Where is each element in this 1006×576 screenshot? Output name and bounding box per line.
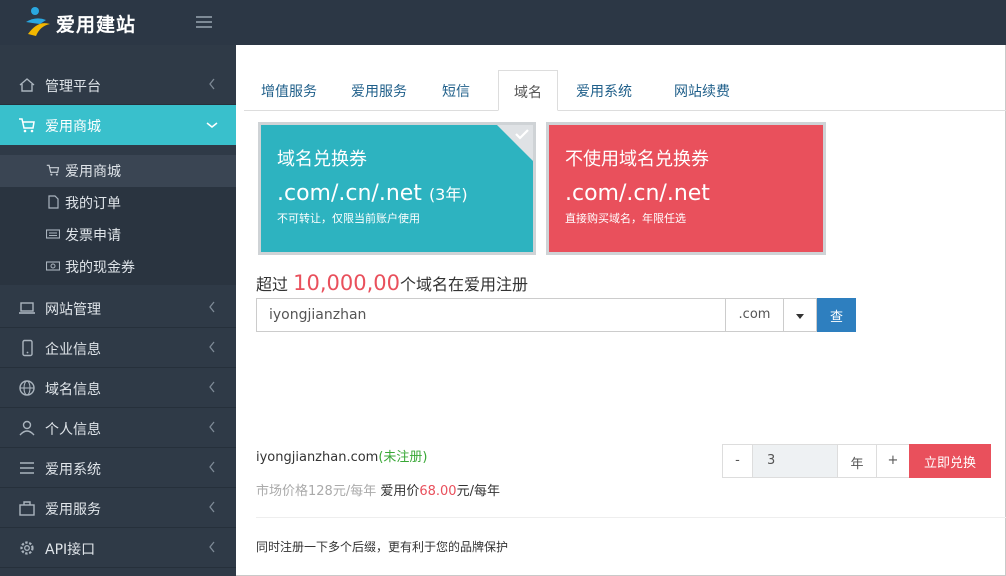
years-increment-button[interactable]: + <box>876 444 910 478</box>
years-input[interactable]: 3 <box>752 444 838 478</box>
phone-icon <box>22 339 33 357</box>
checkmark-icon <box>515 129 529 140</box>
cart-icon <box>19 118 35 133</box>
redeem-now-button[interactable]: 立即兑换 <box>909 444 991 478</box>
tab-sms[interactable]: 短信 <box>424 70 488 111</box>
sidebar-item-website[interactable]: 网站管理 <box>0 288 236 328</box>
result-domain: iyongjianzhan.com <box>256 450 379 465</box>
shop-submenu: 爱用商城 我的订单 发票申请 我的现金券 <box>0 155 236 285</box>
logo-icon <box>26 7 50 36</box>
voucher-card-domains: .com/.cn/.net (3年) <box>277 181 468 206</box>
sidebar-item-label: 爱用系统 <box>45 462 101 478</box>
market-price: 市场价格128元/每年 <box>256 484 377 499</box>
home-icon <box>19 78 35 92</box>
sidebar-item-domain[interactable]: 域名信息 <box>0 368 236 408</box>
sidebar-item-label: 网站管理 <box>45 302 101 318</box>
globe-icon <box>19 380 35 396</box>
voucher-card-years: (3年) <box>428 185 468 204</box>
brand-name: 爱用建站 <box>56 14 137 36</box>
domain-count: 10,000,00 <box>293 271 400 295</box>
tab-value-added[interactable]: 增值服务 <box>244 70 334 111</box>
chevron-left-icon <box>209 501 215 513</box>
chevron-left-icon <box>209 78 215 90</box>
sidebar-item-label: 个人信息 <box>45 422 101 438</box>
divider <box>256 517 1006 518</box>
voucher-card-title: 域名兑换券 <box>277 149 367 170</box>
sidebar-item-shop[interactable]: 爱用商城 <box>0 105 236 145</box>
sidebar-item-profile[interactable]: 个人信息 <box>0 408 236 448</box>
price-line: 市场价格128元/每年 爱用价68.00元/每年 <box>256 484 500 499</box>
sidebar-item-api[interactable]: API接口 <box>0 528 236 568</box>
sidebar-item-label: 管理平台 <box>45 79 101 95</box>
sidebar-item-label: 域名信息 <box>45 382 101 398</box>
sidebar-item-label: 企业信息 <box>45 342 101 358</box>
voucher-card[interactable]: 域名兑换券 .com/.cn/.net (3年) 不可转让，仅限当前账户使用 <box>258 122 536 255</box>
list-icon <box>20 462 34 474</box>
sidebar-item-dashboard[interactable]: 管理平台 <box>0 65 236 105</box>
footnote: 同时注册一下多个后缀，更有利于您的品牌保护 <box>256 540 509 554</box>
gear-icon <box>20 541 34 555</box>
sidebar-item-system[interactable]: 爱用系统 <box>0 448 236 488</box>
keyboard-icon <box>46 229 60 239</box>
submenu-item-label: 发票申请 <box>65 228 121 244</box>
sidebar-item-company[interactable]: 企业信息 <box>0 328 236 368</box>
chevron-left-icon <box>209 341 215 353</box>
years-decrement-button[interactable]: - <box>722 444 753 478</box>
sidebar-item-label: 爱用服务 <box>45 502 101 518</box>
chevron-left-icon <box>209 301 215 313</box>
cart-icon <box>46 164 60 176</box>
top-bar: 爱用建站 <box>0 0 1006 45</box>
submenu-item-shop[interactable]: 爱用商城 <box>0 155 236 187</box>
main-content: 增值服务 爱用服务 短信 域名 爱用系统 网站续费 域名兑换券 .com/.cn… <box>236 45 1006 576</box>
caret-down-icon <box>796 314 804 319</box>
menu-toggle-icon[interactable] <box>196 16 212 28</box>
tld-dropdown-button[interactable] <box>784 298 817 332</box>
chevron-left-icon <box>209 421 215 433</box>
laptop-icon <box>19 302 35 314</box>
tab-aiyong-system[interactable]: 爱用系统 <box>560 70 648 111</box>
domain-search-input[interactable] <box>256 298 726 332</box>
chevron-left-icon <box>209 461 215 473</box>
years-unit-label: 年 <box>837 444 877 478</box>
chevron-left-icon <box>209 541 215 553</box>
submenu-item-orders[interactable]: 我的订单 <box>0 187 236 219</box>
sidebar-item-label: API接口 <box>45 542 96 558</box>
tld-select[interactable]: .com <box>726 298 784 332</box>
cash-icon <box>46 261 60 271</box>
voucher-card-desc: 不可转让，仅限当前账户使用 <box>277 212 420 225</box>
aiyong-price: 68.00 <box>419 484 457 499</box>
submenu-item-label: 我的现金券 <box>65 260 135 276</box>
submenu-item-cash-voucher[interactable]: 我的现金券 <box>0 251 236 283</box>
submenu-item-invoice[interactable]: 发票申请 <box>0 219 236 251</box>
tab-aiyong-services[interactable]: 爱用服务 <box>334 70 424 111</box>
domain-count-headline: 超过 10,000,00个域名在爱用注册 <box>256 271 528 295</box>
chevron-left-icon <box>209 381 215 393</box>
search-button[interactable]: 查 <box>817 298 856 332</box>
user-icon <box>19 420 35 436</box>
sidebar-item-label: 爱用商城 <box>45 119 101 135</box>
sidebar-item-services[interactable]: 爱用服务 <box>0 488 236 528</box>
submenu-item-label: 爱用商城 <box>65 164 121 180</box>
no-voucher-card-domains: .com/.cn/.net <box>565 181 710 206</box>
document-icon <box>48 195 59 209</box>
chevron-down-icon <box>206 122 218 128</box>
briefcase-icon <box>19 501 35 516</box>
submenu-item-label: 我的订单 <box>65 196 121 212</box>
no-voucher-card-desc: 直接购买域名，年限任选 <box>565 212 686 225</box>
search-result: iyongjianzhan.com(未注册) <box>256 446 428 465</box>
tab-bar: 增值服务 爱用服务 短信 域名 爱用系统 网站续费 <box>244 70 1006 111</box>
sidebar: 管理平台 爱用商城 爱用商城 我的订单 发票申请 我的现金券 网站管理 企业信息 <box>0 45 236 576</box>
tab-site-renewal[interactable]: 网站续费 <box>652 70 752 111</box>
no-voucher-card-title: 不使用域名兑换券 <box>565 149 709 170</box>
no-voucher-card[interactable]: 不使用域名兑换券 .com/.cn/.net 直接购买域名，年限任选 <box>546 122 826 255</box>
tab-domain[interactable]: 域名 <box>498 70 558 111</box>
result-status: (未注册) <box>378 450 428 465</box>
